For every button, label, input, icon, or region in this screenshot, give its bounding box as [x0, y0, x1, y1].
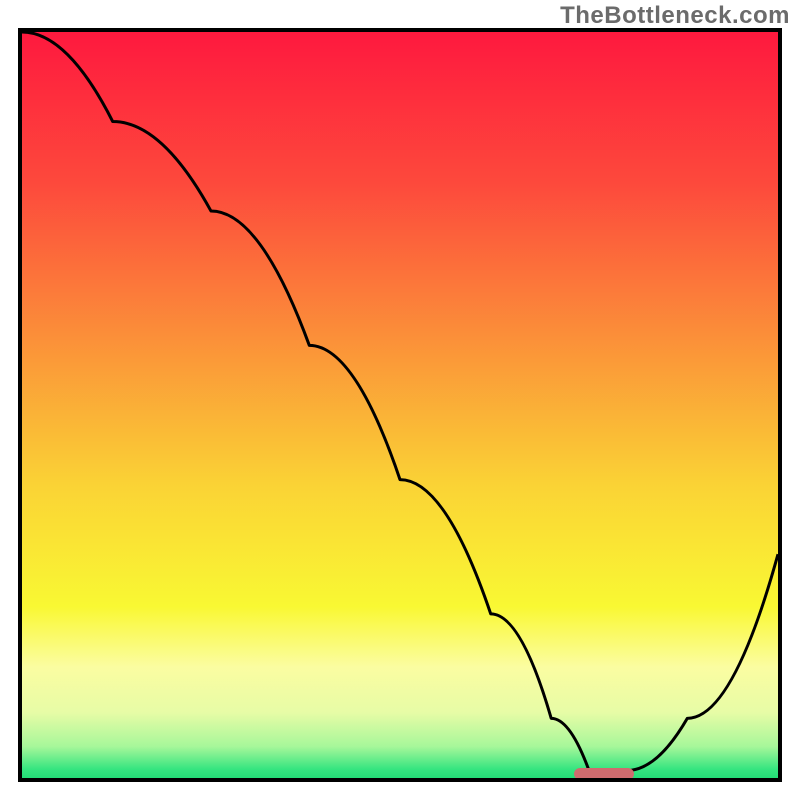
bottleneck-curve	[22, 32, 778, 778]
watermark-text: TheBottleneck.com	[560, 2, 790, 30]
optimal-range-marker	[574, 768, 634, 780]
chart-frame	[18, 28, 782, 782]
